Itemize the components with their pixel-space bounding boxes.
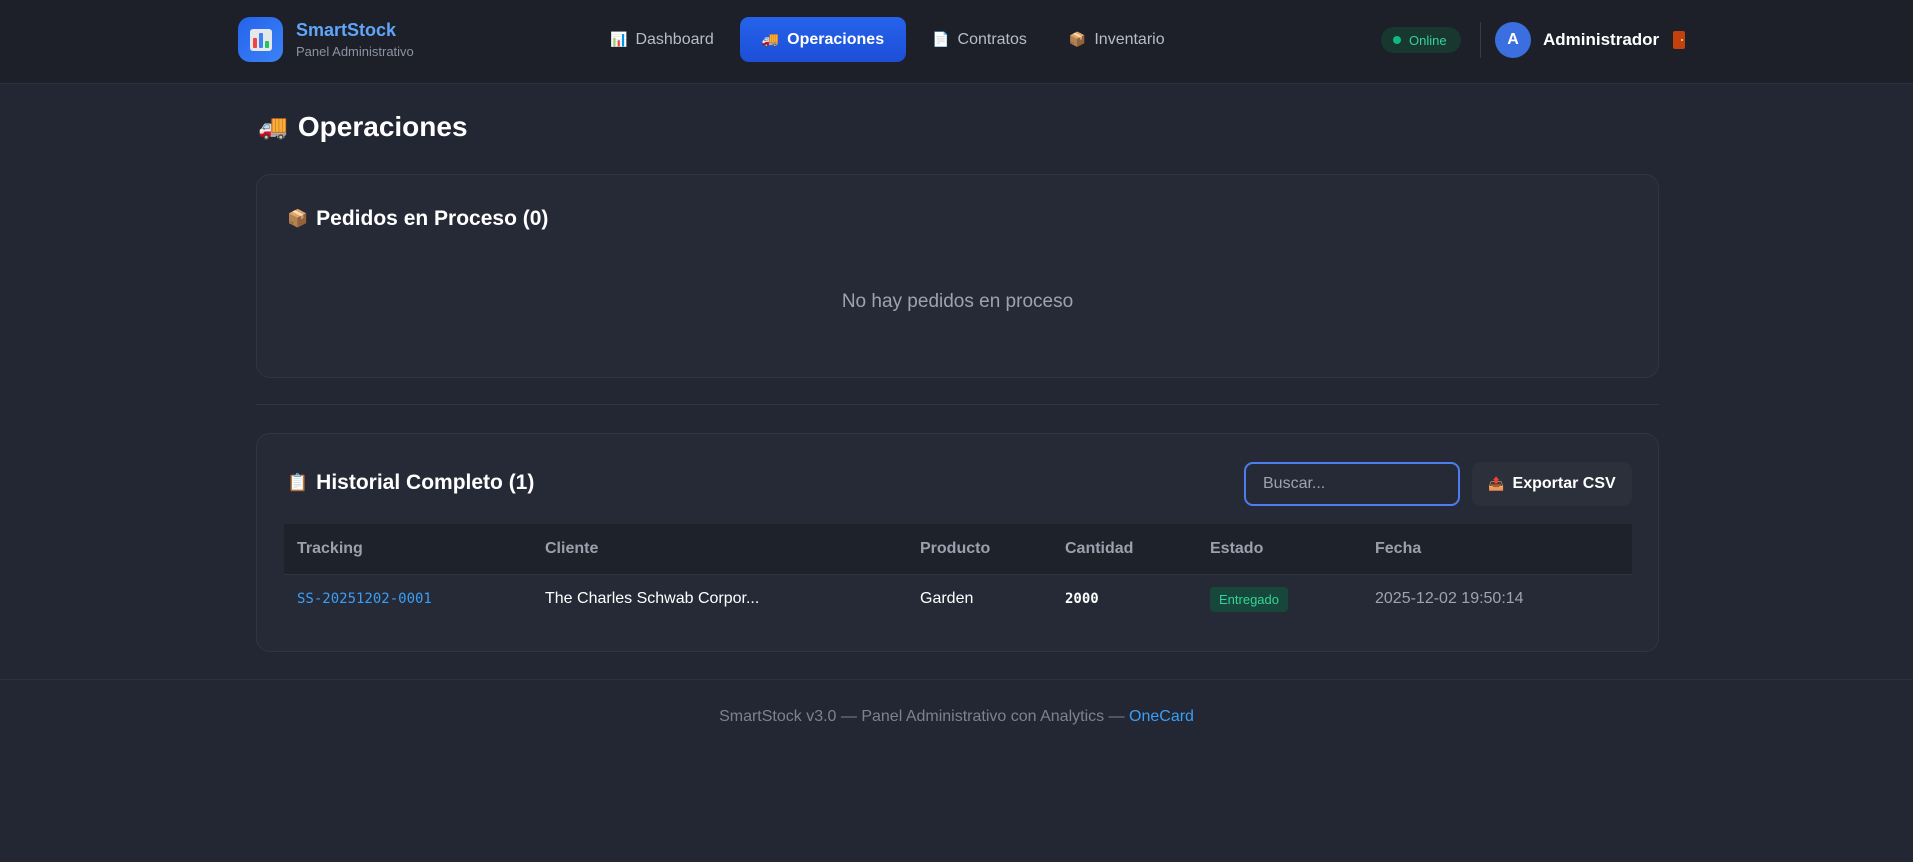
export-csv-button[interactable]: 📤 Exportar CSV xyxy=(1472,462,1632,506)
column-header-cliente[interactable]: Cliente xyxy=(532,524,907,574)
truck-icon: 🚚 xyxy=(258,113,288,141)
column-header-fecha[interactable]: Fecha xyxy=(1362,524,1632,574)
user-name: Administrador xyxy=(1543,30,1660,49)
clipboard-icon: 📋 xyxy=(287,473,309,492)
truck-icon: 🚚 xyxy=(761,31,780,47)
footer-divider xyxy=(0,679,1913,680)
outbox-icon: 📤 xyxy=(1488,476,1505,491)
status-badge: Online xyxy=(1381,27,1461,53)
status-label: Online xyxy=(1409,32,1447,48)
page-title: 🚚 Operaciones xyxy=(258,111,468,143)
column-header-producto[interactable]: Producto xyxy=(907,524,1052,574)
footer: SmartStock v3.0 — Panel Administrativo c… xyxy=(0,708,1913,726)
header-divider xyxy=(1480,22,1481,58)
top-bar: SmartStock Panel Administrativo 📊 Dashbo… xyxy=(0,0,1913,84)
column-header-tracking[interactable]: Tracking xyxy=(284,524,532,574)
section-divider xyxy=(256,404,1659,405)
pending-orders-title-text: Pedidos en Proceso (0) xyxy=(316,207,549,230)
history-card: 📋 Historial Completo (1) 📤 Exportar CSV … xyxy=(256,433,1659,652)
search-input[interactable] xyxy=(1244,462,1460,506)
status-dot-icon xyxy=(1393,36,1401,44)
package-icon: 📦 xyxy=(1068,31,1087,47)
footer-text: SmartStock v3.0 — Panel Administrativo c… xyxy=(719,708,1130,725)
pending-orders-card: 📦 Pedidos en Proceso (0) No hay pedidos … xyxy=(256,174,1659,378)
cell-producto: Garden xyxy=(920,590,974,608)
brand[interactable]: SmartStock Panel Administrativo xyxy=(238,17,414,62)
main-nav: 📊 Dashboard 🚚 Operaciones 📄 Contratos 📦 … xyxy=(594,17,1191,62)
page-title-text: Operaciones xyxy=(297,111,468,142)
avatar[interactable]: A xyxy=(1495,22,1531,58)
column-header-cantidad[interactable]: Cantidad xyxy=(1052,524,1197,574)
document-icon: 📄 xyxy=(932,31,950,47)
cell-fecha: 2025-12-02 19:50:14 xyxy=(1375,590,1524,608)
nav-contratos[interactable]: 📄 Contratos xyxy=(916,17,1043,62)
user-menu: A Administrador xyxy=(1495,22,1686,58)
nav-label: Dashboard xyxy=(635,30,714,48)
cell-cantidad: 2000 xyxy=(1065,591,1099,608)
nav-inventario[interactable]: 📦 Inventario xyxy=(1053,17,1181,62)
nav-label: Inventario xyxy=(1094,30,1165,48)
table-header-row: Tracking Cliente Producto Cantidad Estad… xyxy=(284,524,1632,574)
footer-link[interactable]: OneCard xyxy=(1129,708,1194,725)
column-header-estado[interactable]: Estado xyxy=(1197,524,1362,574)
door-icon[interactable] xyxy=(1673,31,1686,49)
status-badge: Entregado xyxy=(1210,586,1288,612)
nav-operaciones[interactable]: 🚚 Operaciones xyxy=(739,17,907,62)
history-table: Tracking Cliente Producto Cantidad Estad… xyxy=(284,524,1632,624)
nav-dashboard[interactable]: 📊 Dashboard xyxy=(594,17,730,62)
empty-state-message: No hay pedidos en proceso xyxy=(841,291,1074,312)
brand-subtitle: Panel Administrativo xyxy=(296,43,414,59)
brand-title: SmartStock xyxy=(296,19,397,40)
package-icon: 📦 xyxy=(287,209,309,228)
nav-label: Contratos xyxy=(957,30,1027,48)
cell-estado: Entregado xyxy=(1197,574,1362,624)
table-row[interactable]: SS-20251202-0001 The Charles Schwab Corp… xyxy=(284,574,1632,624)
export-csv-label: Exportar CSV xyxy=(1512,475,1616,492)
bar-chart-icon xyxy=(238,17,283,62)
history-title: 📋 Historial Completo (1) xyxy=(287,471,534,495)
chart-icon: 📊 xyxy=(610,31,628,47)
tracking-link[interactable]: SS-20251202-0001 xyxy=(284,574,532,624)
pending-orders-title: 📦 Pedidos en Proceso (0) xyxy=(287,207,548,231)
nav-label: Operaciones xyxy=(787,30,885,48)
history-title-text: Historial Completo (1) xyxy=(316,471,535,494)
cell-cliente: The Charles Schwab Corpor... xyxy=(545,590,760,608)
